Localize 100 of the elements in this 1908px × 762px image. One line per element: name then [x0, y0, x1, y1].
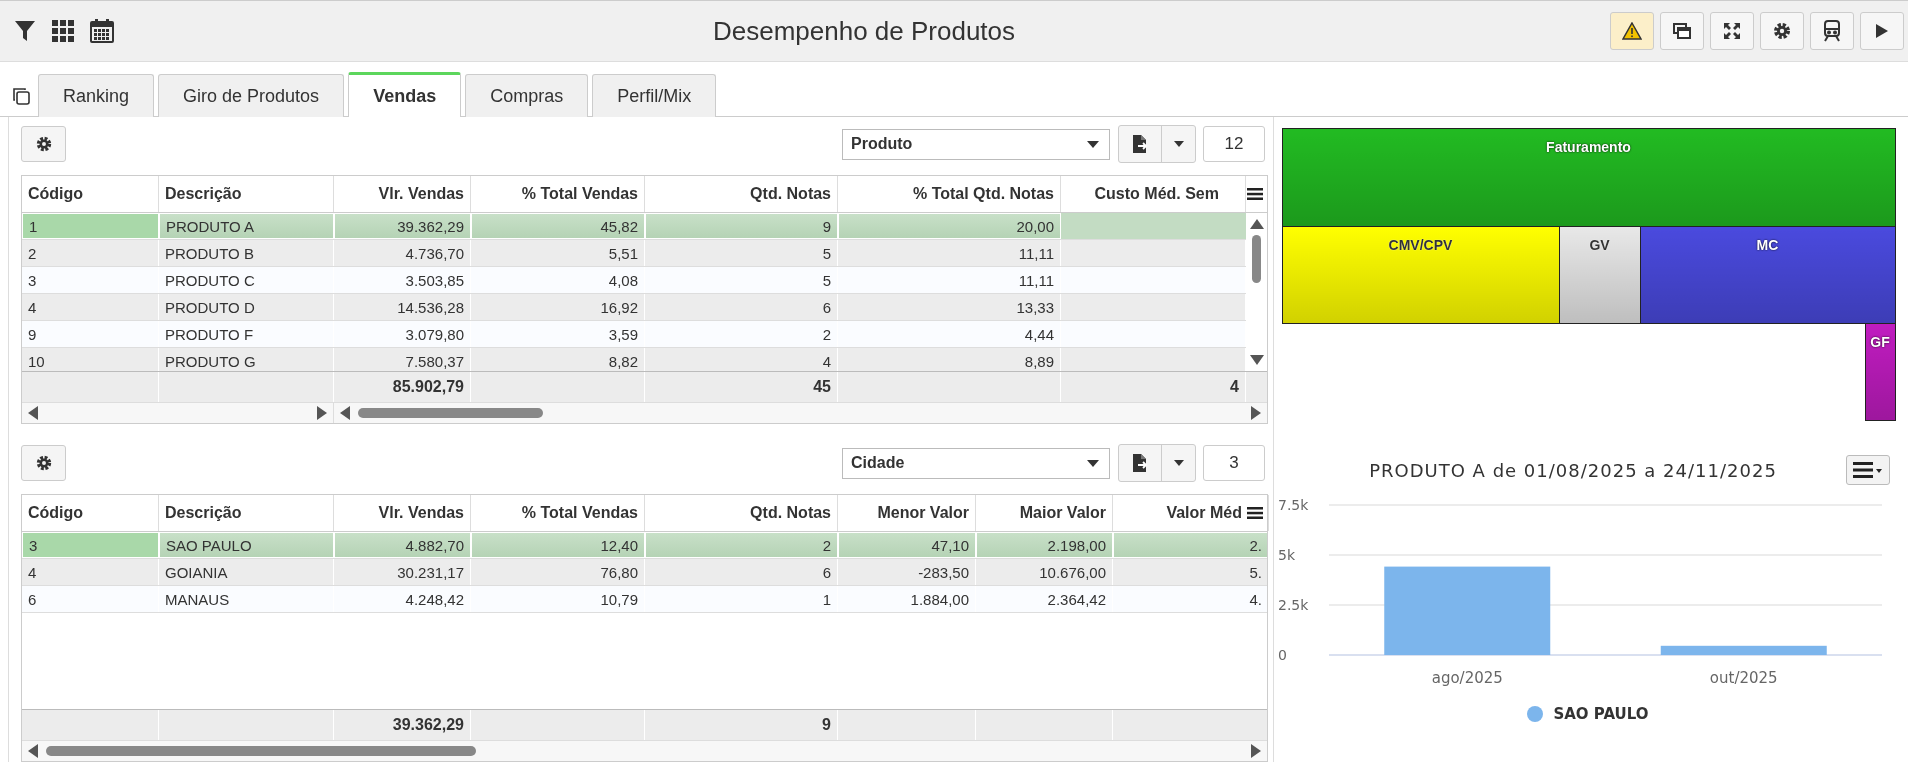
treemap-block[interactable]: GF — [1864, 322, 1896, 421]
train-icon — [1822, 20, 1842, 42]
group-by-dropdown[interactable]: Produto — [842, 128, 1110, 160]
table-cell: 3.503,85 — [334, 267, 471, 293]
settings-button[interactable] — [1760, 12, 1804, 50]
column-header[interactable]: % Total Vendas — [471, 495, 645, 531]
scrollbar-thumb[interactable] — [46, 746, 476, 756]
column-header[interactable]: Custo Méd. Sem — [1061, 176, 1246, 212]
gear-icon — [1772, 21, 1792, 41]
column-header[interactable]: Qtd. Notas — [645, 495, 838, 531]
table-cell: 4.882,70 — [334, 532, 471, 558]
table-cell: 4 — [22, 294, 159, 320]
table-cell: 5. — [1113, 559, 1267, 585]
table-cell: PRODUTO C — [159, 267, 334, 293]
play-button[interactable] — [1860, 12, 1904, 50]
table-cell: 5 — [645, 267, 838, 293]
table-cell: 10,79 — [471, 586, 645, 612]
group-by-dropdown[interactable]: Cidade — [842, 447, 1110, 479]
settings-button[interactable] — [21, 445, 66, 481]
gear-icon — [34, 454, 53, 472]
column-header[interactable]: Código — [22, 176, 159, 212]
table-cell: 9 — [22, 321, 159, 347]
table-cell: 3 — [22, 267, 159, 293]
treemap-block[interactable]: CMV/CPV — [1281, 225, 1560, 324]
tab[interactable]: Perfil/Mix — [592, 74, 717, 117]
fullscreen-button[interactable] — [1710, 12, 1754, 50]
filter-icon[interactable] — [14, 19, 36, 43]
table-cell: 6 — [645, 294, 838, 320]
column-header[interactable]: % Total Vendas — [471, 176, 645, 212]
settings-button[interactable] — [21, 126, 66, 162]
caret-icon — [1173, 141, 1184, 147]
scroll-right-icon[interactable] — [1251, 406, 1261, 420]
caret-icon — [1087, 140, 1099, 148]
chart-title: PRODUTO A de 01/08/2025 a 24/11/2025 — [1369, 459, 1777, 481]
windows-icon — [1673, 23, 1691, 39]
table-cell: GOIANIA — [159, 559, 334, 585]
table-cell: 5 — [645, 240, 838, 266]
scrollbar-thumb[interactable] — [358, 408, 543, 418]
warning-button[interactable] — [1610, 12, 1654, 50]
table-cell: 3 — [22, 532, 159, 558]
total-cell: 85.902,79 — [334, 372, 471, 402]
column-header[interactable]: Menor Valor — [838, 495, 976, 531]
table-cell: 5,51 — [471, 240, 645, 266]
treemap-block[interactable]: MC — [1639, 225, 1896, 324]
table-cell: 2.198,00 — [976, 532, 1113, 558]
table-cell: 11,11 — [838, 267, 1061, 293]
calendar-icon[interactable] — [90, 19, 114, 43]
scrollbar-thumb[interactable] — [1252, 235, 1261, 283]
table-cell: 9 — [645, 213, 838, 239]
scroll-left-icon[interactable] — [28, 744, 38, 758]
export-button[interactable] — [1118, 444, 1196, 482]
table-cell: 14.536,28 — [334, 294, 471, 320]
count-field[interactable]: 12 — [1203, 126, 1265, 162]
table-cell: 1 — [645, 586, 838, 612]
column-header[interactable]: Descrição — [159, 176, 334, 212]
treemap-block[interactable]: GV — [1558, 225, 1641, 324]
column-menu-icon[interactable] — [1247, 506, 1263, 520]
table-cell: 13,33 — [838, 294, 1061, 320]
column-header[interactable]: Descrição — [159, 495, 334, 531]
scroll-left-icon[interactable] — [340, 406, 350, 420]
tab[interactable]: Compras — [465, 74, 589, 117]
table-cell: 3,59 — [471, 321, 645, 347]
column-header[interactable]: Qtd. Notas — [645, 176, 838, 212]
count-field[interactable]: 3 — [1203, 445, 1265, 481]
column-header[interactable]: Maior Valor — [976, 495, 1113, 531]
scroll-down-icon[interactable] — [1249, 355, 1264, 365]
scroll-right-icon[interactable] — [1251, 744, 1261, 758]
legend-label[interactable]: SAO PAULO — [1553, 705, 1649, 723]
windows-button[interactable] — [1660, 12, 1704, 50]
axis-tick-label: 0 — [1278, 647, 1287, 663]
axis-category-label: ago/2025 — [1431, 669, 1503, 687]
train-button[interactable] — [1810, 12, 1854, 50]
play-icon — [1875, 23, 1889, 39]
table-cell: 2. — [1113, 532, 1267, 558]
column-header[interactable]: Vlr. Vendas — [334, 176, 471, 212]
column-header[interactable]: Código — [22, 495, 159, 531]
scroll-up-icon[interactable] — [1249, 219, 1264, 229]
table-cell: 30.231,17 — [334, 559, 471, 585]
column-header[interactable]: Vlr. Vendas — [334, 495, 471, 531]
axis-tick-label: 5k — [1278, 547, 1295, 563]
tab[interactable]: Ranking — [38, 74, 155, 117]
grid-icon[interactable] — [52, 20, 74, 42]
column-header[interactable]: % Total Qtd. Notas — [838, 176, 1061, 212]
chart-menu-button[interactable] — [1846, 455, 1890, 485]
table-cell: 16,92 — [471, 294, 645, 320]
tab[interactable]: Vendas — [348, 72, 462, 117]
copy-icon[interactable] — [12, 87, 30, 105]
total-cell: 39.362,29 — [334, 710, 471, 740]
table-cell: 39.362,29 — [334, 213, 471, 239]
tab[interactable]: Giro de Produtos — [158, 74, 345, 117]
table-cell: PRODUTO F — [159, 321, 334, 347]
table-cell: 6 — [22, 586, 159, 612]
scroll-right-icon[interactable] — [317, 406, 327, 420]
column-menu-icon[interactable] — [1247, 187, 1263, 201]
document-export-icon — [1132, 453, 1148, 473]
export-button[interactable] — [1118, 125, 1196, 163]
axis-tick-label: 7.5k — [1278, 497, 1309, 513]
total-cell: 9 — [645, 710, 838, 740]
table-cell: 3.079,80 — [334, 321, 471, 347]
scroll-left-icon[interactable] — [28, 406, 38, 420]
